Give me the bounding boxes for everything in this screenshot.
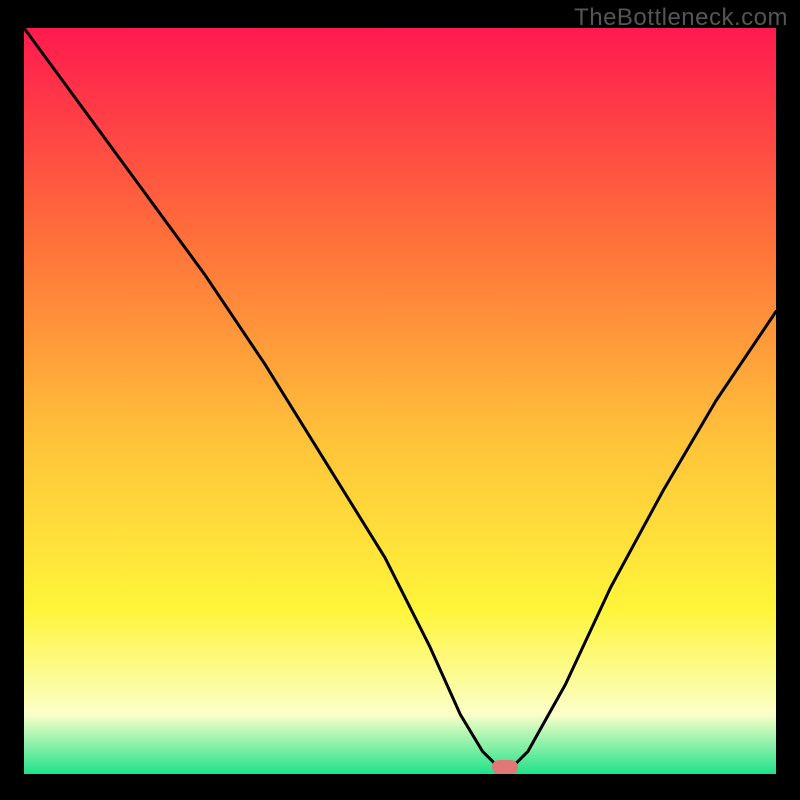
plot-area bbox=[24, 28, 776, 774]
chart-svg bbox=[24, 28, 776, 774]
watermark-label: TheBottleneck.com bbox=[574, 4, 788, 32]
gradient-background bbox=[24, 28, 776, 774]
chart-frame: TheBottleneck.com bbox=[0, 0, 800, 800]
optimal-point-marker bbox=[492, 760, 518, 774]
